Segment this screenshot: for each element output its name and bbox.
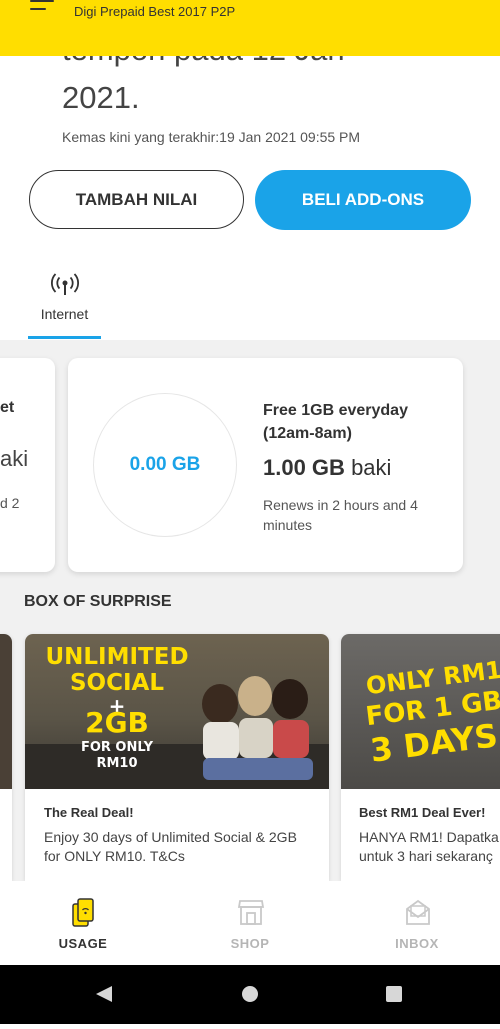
tab-internet-label: Internet: [40, 306, 89, 322]
nav-usage[interactable]: USAGE: [23, 881, 143, 965]
usage-card-amount: aki: [0, 446, 29, 471]
signal-tower-icon: [51, 273, 79, 295]
nav-inbox-label: INBOX: [395, 936, 439, 951]
promo-description: Enjoy 30 days of Unlimited Social & 2GB …: [44, 829, 297, 864]
remaining-amount-value: 1.00 GB: [263, 455, 345, 480]
expiry-title-line2: 2021.: [62, 80, 140, 115]
tab-internet[interactable]: Internet: [28, 266, 101, 340]
promo-image: UNLIMITED SOCIAL + 2GB FOR ONLY RM10: [25, 634, 329, 789]
last-updated-text: Kemas kini yang terakhir:19 Jan 2021 09:…: [62, 129, 361, 145]
promo-description-line1: HANYA RM1! Dapatka: [359, 829, 499, 845]
shop-icon: [237, 900, 265, 925]
system-navigation-bar: [0, 965, 500, 1024]
app-header: Digi Prepaid Best 2017 P2P: [0, 0, 500, 56]
remaining-amount-label: baki: [351, 455, 392, 480]
renew-text: Renews in 2 hours and 4 minutes: [263, 497, 418, 533]
promo-headline-price: RM10: [96, 756, 138, 771]
box-of-surprise-title: BOX OF SURPRISE: [24, 593, 172, 610]
topup-button[interactable]: TAMBAH NILAI: [29, 170, 244, 229]
usage-card[interactable]: 0.00 GB Free 1GB everyday (12am-8am) 1.0…: [68, 358, 463, 572]
promo-headline-2: SOCIAL: [69, 670, 164, 696]
home-icon[interactable]: [242, 986, 258, 1002]
promo-card[interactable]: ONLY RM1 FOR 1 GB 3 DAYS Best RM1 Deal E…: [341, 634, 500, 881]
promo-description-line2: untuk 3 hari sekaranç: [359, 848, 493, 864]
promo-card-partial[interactable]: [0, 634, 12, 881]
remaining-amount: 1.00 GB baki: [263, 455, 391, 481]
promo-headline-data: 2GB: [85, 706, 149, 739]
back-icon[interactable]: [96, 986, 112, 1002]
system-nav-buttons: [96, 986, 402, 1002]
promo-image: ONLY RM1 FOR 1 GB 3 DAYS: [341, 634, 500, 789]
nav-shop-label: SHOP: [230, 936, 270, 951]
usage-used-value: 0.00 GB: [129, 454, 201, 475]
promo-card[interactable]: UNLIMITED SOCIAL + 2GB FOR ONLY RM10 The…: [25, 634, 329, 881]
plan-name: Digi Prepaid Best 2017 P2P: [74, 4, 236, 19]
usage-card-title: et: [0, 399, 15, 416]
usage-card-title: Free 1GB everyday (12am-8am): [263, 402, 408, 442]
nav-usage-label: USAGE: [58, 936, 108, 951]
buy-addons-button[interactable]: BELI ADD-ONS: [255, 170, 471, 230]
promo-title: Best RM1 Deal Ever!: [359, 805, 486, 820]
inbox-icon: [406, 899, 430, 925]
promo-title: The Real Deal!: [44, 805, 134, 820]
usage-card-partial[interactable]: et aki d 2: [0, 358, 55, 572]
promo-headline-1: UNLIMITED: [45, 644, 189, 670]
nav-shop[interactable]: SHOP: [190, 881, 310, 965]
bottom-navigation: USAGE SHOP INBOX: [0, 881, 500, 965]
hamburger-menu-icon[interactable]: [30, 0, 56, 16]
recents-icon[interactable]: [386, 986, 402, 1002]
usage-ring: 0.00 GB: [93, 393, 237, 537]
tab-active-indicator: [28, 336, 101, 339]
nav-inbox[interactable]: INBOX: [357, 881, 477, 965]
usage-icon: [72, 898, 94, 927]
promo-description: HANYA RM1! Dapatka untuk 3 hari sekaranç: [359, 828, 500, 866]
usage-card-renew: d 2: [0, 495, 20, 511]
promo-image: [0, 634, 12, 789]
promo-headline-for-only: FOR ONLY: [80, 740, 154, 755]
